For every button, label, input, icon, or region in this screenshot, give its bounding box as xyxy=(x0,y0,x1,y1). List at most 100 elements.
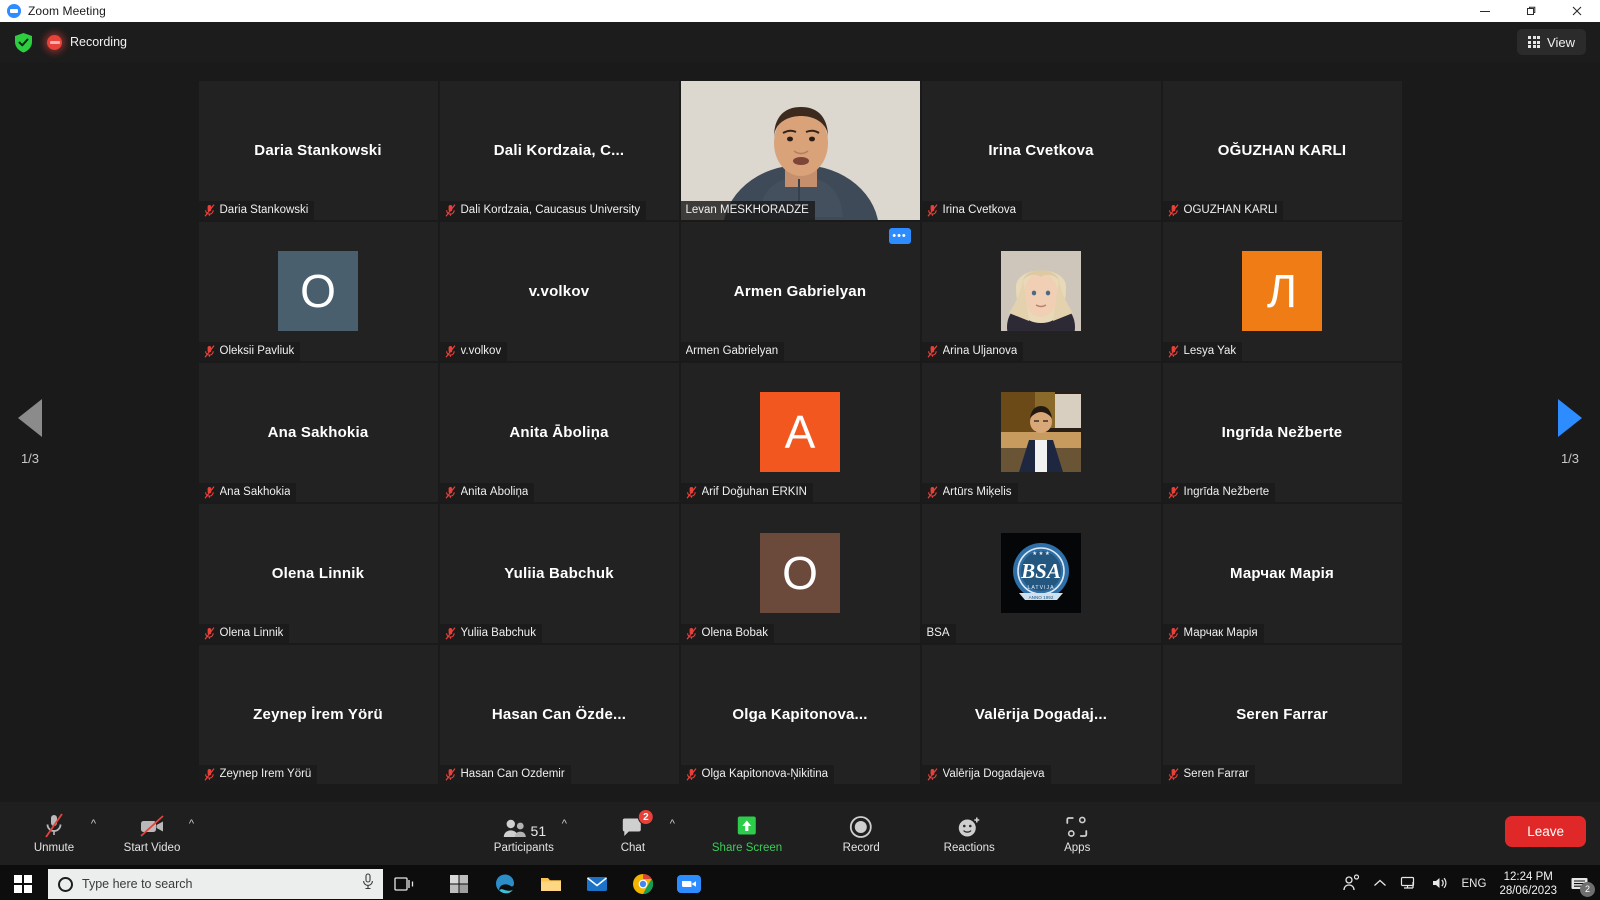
participant-display-name: Armen Gabrielyan xyxy=(733,282,867,300)
participant-name-label: Arif Doğuhan ERKİN xyxy=(701,486,807,498)
participant-tile[interactable]: Valērija Dogadaj... Valērija Dogadajeva xyxy=(921,644,1161,784)
participant-tile[interactable]: Anita Āboliņa Anita Āboliņa xyxy=(439,362,679,502)
more-options-icon[interactable]: ••• xyxy=(888,227,911,244)
share-screen-button[interactable]: Share Screen xyxy=(712,806,782,862)
participant-tile[interactable]: Olena Linnik Olena Linnik xyxy=(198,503,438,643)
participant-tile[interactable]: O Oleksii Pavliuk xyxy=(198,221,438,361)
participant-tile[interactable]: Zeynep İrem Yörü Zeynep İrem Yörü xyxy=(198,644,438,784)
video-options-chevron-up-icon[interactable]: ^ xyxy=(189,818,194,830)
participant-display-name: Ingrīda Nežberte xyxy=(1221,423,1343,441)
windows-start-icon[interactable] xyxy=(0,865,46,900)
participant-tile[interactable]: Марчак Марія Марчак Марія xyxy=(1162,503,1402,643)
mic-muted-icon xyxy=(204,203,214,217)
participant-tile[interactable]: Dali Kordzaia, C... Dali Kordzaia, Caucas… xyxy=(439,80,679,220)
participant-tile[interactable]: Artūrs Miķelis xyxy=(921,362,1161,502)
zoom-app-icon[interactable] xyxy=(667,865,711,900)
participant-tile[interactable]: Ana Sakhokia Ana Sakhokia xyxy=(198,362,438,502)
mic-muted-icon xyxy=(686,626,696,640)
apps-button[interactable]: Apps xyxy=(1048,806,1106,862)
share-arrow-up-icon xyxy=(734,813,760,839)
edge-browser-icon[interactable] xyxy=(483,865,527,900)
participant-name-label: Oleksii Pavliuk xyxy=(219,345,295,357)
mic-muted-icon xyxy=(445,344,455,358)
chrome-browser-icon[interactable] xyxy=(621,865,665,900)
volume-icon[interactable] xyxy=(1431,875,1449,894)
start-video-button[interactable]: Start Video ^ xyxy=(123,806,194,862)
recording-indicator[interactable]: Recording xyxy=(47,34,127,50)
view-button[interactable]: View xyxy=(1517,29,1586,55)
task-view-icon[interactable] xyxy=(383,865,427,900)
network-icon[interactable] xyxy=(1400,875,1418,894)
participant-display-name: Hasan Can Özde... xyxy=(491,705,627,723)
participant-tile[interactable]: Hasan Can Özde... Hasan Can Özdemir xyxy=(439,644,679,784)
unmute-label: Unmute xyxy=(33,842,75,854)
language-indicator[interactable]: ENG xyxy=(1462,878,1487,890)
participants-label: Participants xyxy=(493,842,554,854)
avatar xyxy=(1001,392,1081,472)
microsoft-store-icon[interactable] xyxy=(437,865,481,900)
participant-name-label: Ingrīda Nežberte xyxy=(1183,486,1270,498)
apps-bracket-icon xyxy=(1065,813,1089,839)
participant-namebar: Olga Kapitonova-Ņikitina xyxy=(680,764,835,784)
unmute-button[interactable]: Unmute ^ xyxy=(25,806,96,862)
mail-icon[interactable] xyxy=(575,865,619,900)
participant-namebar: Zeynep İrem Yörü xyxy=(198,764,318,784)
tray-overflow-chevron-up-icon[interactable] xyxy=(1373,878,1387,891)
avatar: Л xyxy=(1242,251,1322,331)
participant-tile[interactable]: A Arif Doğuhan ERKİN xyxy=(680,362,920,502)
svg-text:BSA: BSA xyxy=(1020,559,1061,583)
participant-tile[interactable]: Armen Gabrielyan ••• Armen Gabrielyan xyxy=(680,221,920,361)
mic-muted-icon xyxy=(1168,767,1178,781)
participant-tile[interactable]: Л Lesya Yak xyxy=(1162,221,1402,361)
shield-check-icon[interactable] xyxy=(14,32,33,53)
participant-tile[interactable]: v.volkov v.volkov xyxy=(439,221,679,361)
close-icon[interactable] xyxy=(1554,0,1600,22)
chat-chevron-up-icon[interactable]: ^ xyxy=(670,818,675,830)
chat-button[interactable]: 2 Chat ^ xyxy=(604,806,675,862)
record-button[interactable]: Record xyxy=(832,806,890,862)
participant-namebar: Oleksii Pavliuk xyxy=(198,341,301,361)
search-input[interactable]: Type here to search xyxy=(48,869,383,899)
participant-display-name: Dali Kordzaia, C... xyxy=(493,141,625,159)
participant-tile[interactable]: Olga Kapitonova... Olga Kapitonova-Ņikiti… xyxy=(680,644,920,784)
participant-namebar: Daria Stankowski xyxy=(198,200,315,220)
participant-name-label: Valērija Dogadajeva xyxy=(942,768,1045,780)
chat-label: Chat xyxy=(620,842,646,854)
avatar: ★ ★ ★ BSA LATVIJA ANNO 1992 xyxy=(1001,533,1081,613)
participant-tile[interactable]: Ingrīda Nežberte Ingrīda Nežberte xyxy=(1162,362,1402,502)
mic-muted-icon xyxy=(686,767,696,781)
participant-tile[interactable]: Yuliia Babchuk Yuliia Babchuk xyxy=(439,503,679,643)
microphone-icon[interactable] xyxy=(361,873,375,895)
file-explorer-icon[interactable] xyxy=(529,865,573,900)
avatar: O xyxy=(760,533,840,613)
participant-tile[interactable]: Arina Uljanova xyxy=(921,221,1161,361)
window-title: Zoom Meeting xyxy=(28,4,106,18)
reactions-button[interactable]: Reactions xyxy=(940,806,998,862)
smiley-plus-icon xyxy=(956,813,982,839)
participant-grid: Daria Stankowski Daria Stankowski Dali Kor… xyxy=(198,80,1402,784)
next-page-button[interactable]: 1/3 xyxy=(1540,62,1600,802)
participant-tile[interactable]: Levan MESKHORADZE xyxy=(680,80,920,220)
audio-options-chevron-up-icon[interactable]: ^ xyxy=(91,818,96,830)
search-circle-icon xyxy=(58,876,73,892)
clock-time: 12:24 PM xyxy=(1503,871,1553,883)
svg-text:LATVIJA: LATVIJA xyxy=(1027,585,1054,591)
participant-display-name: Olena Linnik xyxy=(271,564,365,582)
participant-tile[interactable]: Irina Cvetkova Irina Cvetkova xyxy=(921,80,1161,220)
participants-button[interactable]: 51 Participants ^ xyxy=(493,806,567,862)
leave-button[interactable]: Leave xyxy=(1505,816,1586,847)
clock[interactable]: 12:24 PM 28/06/2023 xyxy=(1499,870,1557,898)
minimize-icon[interactable] xyxy=(1462,0,1508,22)
participant-tile[interactable]: ★ ★ ★ BSA LATVIJA ANNO 1992 BSA xyxy=(921,503,1161,643)
participant-tile[interactable]: Seren Farrar Seren Farrar xyxy=(1162,644,1402,784)
previous-page-button[interactable]: 1/3 xyxy=(0,62,60,802)
notification-icon[interactable]: 2 xyxy=(1570,876,1595,897)
restore-icon[interactable] xyxy=(1508,0,1554,22)
participant-tile[interactable]: OĞUZHAN KARLI OĞUZHAN KARLI xyxy=(1162,80,1402,220)
people-share-icon[interactable] xyxy=(1342,873,1360,895)
participant-namebar: Seren Farrar xyxy=(1162,764,1255,784)
participants-chevron-up-icon[interactable]: ^ xyxy=(562,818,567,830)
participant-tile[interactable]: O Olena Bobak xyxy=(680,503,920,643)
participant-tile[interactable]: Daria Stankowski Daria Stankowski xyxy=(198,80,438,220)
participant-namebar: BSA xyxy=(921,623,956,643)
